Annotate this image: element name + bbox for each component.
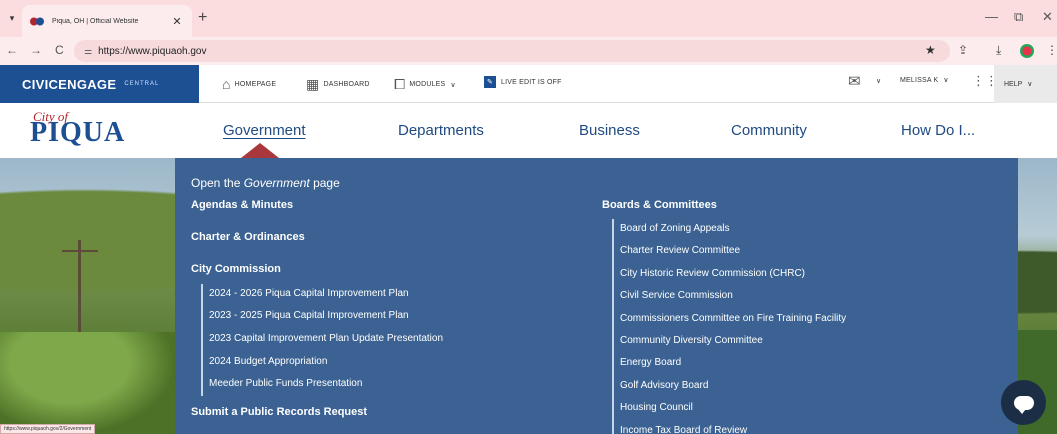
status-bar-url: https://www.piquaoh.gov/2/Government: [0, 424, 96, 434]
dashboard-icon: ▦: [306, 76, 320, 92]
admin-toolbar: CIVICENGAGE CENTRAL ⌂ HOMEPAGE ▦ DASHBOA…: [0, 65, 1057, 103]
nav-how-do-i[interactable]: How Do I...: [901, 122, 975, 139]
board-item[interactable]: Housing Council: [620, 402, 693, 413]
hero-hedge: [0, 332, 175, 434]
logo-piqua[interactable]: PIQUA: [30, 117, 125, 149]
user-name: MELISSA K: [900, 76, 939, 84]
live-edit-toggle[interactable]: ✎ LIVE EDIT IS OFF: [484, 76, 562, 88]
help-menu[interactable]: HELP ∨: [994, 65, 1057, 103]
homepage-link[interactable]: ⌂ HOMEPAGE: [222, 76, 276, 92]
site-header: City of PIQUA Government Departments Bus…: [0, 103, 1057, 158]
live-edit-icon: ✎: [484, 76, 496, 88]
commission-sub-item[interactable]: 2023 Capital Improvement Plan Update Pre…: [209, 333, 443, 344]
board-item[interactable]: Energy Board: [620, 357, 681, 368]
nav-business[interactable]: Business: [579, 122, 640, 139]
back-icon[interactable]: ←: [6, 43, 18, 57]
download-icon[interactable]: ⤓: [996, 43, 1001, 58]
tab-title: Piqua, OH | Official Website: [52, 17, 139, 25]
commission-sub-item[interactable]: 2024 - 2026 Piqua Capital Improvement Pl…: [209, 288, 409, 299]
modules-menu[interactable]: ⧠ MODULES ∨: [394, 76, 456, 93]
restore-icon[interactable]: ⧉: [1014, 9, 1023, 25]
open-government-page-link[interactable]: Open the Government page: [191, 176, 340, 190]
chevron-down-icon: ∨: [450, 81, 456, 89]
help-chevron-icon: ∨: [1027, 81, 1033, 88]
board-item[interactable]: Golf Advisory Board: [620, 380, 708, 391]
board-item[interactable]: Income Tax Board of Review: [620, 425, 747, 434]
url-text: https://www.piquaoh.gov: [98, 45, 207, 57]
browser-menu-icon[interactable]: ⋮: [1046, 43, 1057, 57]
bookmark-star-icon[interactable]: ★: [925, 43, 936, 57]
commission-sub-item[interactable]: Meeder Public Funds Presentation: [209, 378, 362, 389]
utility-pole-crossbar: [62, 250, 98, 252]
chat-icon: [1013, 395, 1034, 414]
browser-tab-bar: ▾ Piqua, OH | Official Website ✕ + — ⧉ ✕: [0, 0, 1057, 37]
board-item[interactable]: Civil Service Commission: [620, 290, 733, 301]
minimize-icon[interactable]: —: [985, 9, 998, 24]
nav-community[interactable]: Community: [731, 122, 807, 139]
home-icon: ⌂: [222, 76, 231, 92]
window-close-icon[interactable]: ✕: [1042, 9, 1053, 25]
dashboard-link[interactable]: ▦ DASHBOARD: [306, 76, 370, 93]
nav-government[interactable]: Government: [223, 122, 306, 139]
civicengage-logo[interactable]: CIVICENGAGE CENTRAL: [0, 65, 199, 103]
mail-chevron-icon[interactable]: ∨: [876, 77, 881, 85]
commission-sub-item[interactable]: 2023 - 2025 Piqua Capital Improvement Pl…: [209, 310, 409, 321]
civicengage-brand-sub: CENTRAL: [124, 81, 160, 87]
address-bar: ← → C ⚌ https://www.piquaoh.gov ★ ⇪ ⤓ ⋮: [0, 37, 1057, 65]
board-item[interactable]: Charter Review Committee: [620, 245, 740, 256]
chat-button[interactable]: [1001, 380, 1046, 425]
agendas-minutes-link[interactable]: Agendas & Minutes: [191, 199, 293, 211]
board-item[interactable]: Board of Zoning Appeals: [620, 223, 730, 234]
site-info-icon[interactable]: ⚌: [84, 46, 92, 57]
modules-icon: ⧠: [394, 76, 406, 92]
forward-icon[interactable]: →: [30, 43, 42, 57]
user-menu[interactable]: MELISSA K ∨: [900, 76, 949, 85]
new-tab-icon[interactable]: +: [198, 9, 207, 27]
help-label: HELP: [1004, 80, 1023, 88]
board-item[interactable]: Community Diversity Committee: [620, 335, 763, 346]
piqua-favicon-icon: [30, 17, 44, 25]
extensions-icon[interactable]: ⇪: [958, 43, 968, 57]
nav-departments[interactable]: Departments: [398, 122, 484, 139]
boards-committees-link[interactable]: Boards & Committees: [602, 199, 717, 211]
mail-icon[interactable]: ✉: [848, 72, 861, 90]
civicengage-brand: CIVICENGAGE: [22, 76, 117, 92]
browser-tab[interactable]: Piqua, OH | Official Website ✕: [22, 5, 192, 37]
board-item[interactable]: City Historic Review Commission (CHRC): [620, 268, 805, 279]
commission-sub-rule: [201, 284, 203, 396]
public-records-link[interactable]: Submit a Public Records Request: [191, 406, 367, 418]
active-nav-indicator: [241, 143, 279, 158]
reload-icon[interactable]: C: [55, 43, 64, 57]
commission-sub-item[interactable]: 2024 Budget Appropriation: [209, 356, 327, 367]
profile-extension-icon[interactable]: [1020, 44, 1034, 58]
url-field[interactable]: ⚌ https://www.piquaoh.gov: [74, 40, 950, 62]
government-dropdown: Open the Government page Agendas & Minut…: [175, 158, 1018, 434]
user-chevron-icon: ∨: [943, 77, 949, 84]
boards-sub-rule: [612, 219, 614, 434]
charter-ordinances-link[interactable]: Charter & Ordinances: [191, 231, 305, 243]
city-commission-link[interactable]: City Commission: [191, 263, 281, 275]
tab-search-icon[interactable]: ▾: [4, 10, 20, 26]
tab-close-icon[interactable]: ✕: [170, 15, 184, 28]
board-item[interactable]: Commissioners Committee on Fire Training…: [620, 313, 846, 324]
